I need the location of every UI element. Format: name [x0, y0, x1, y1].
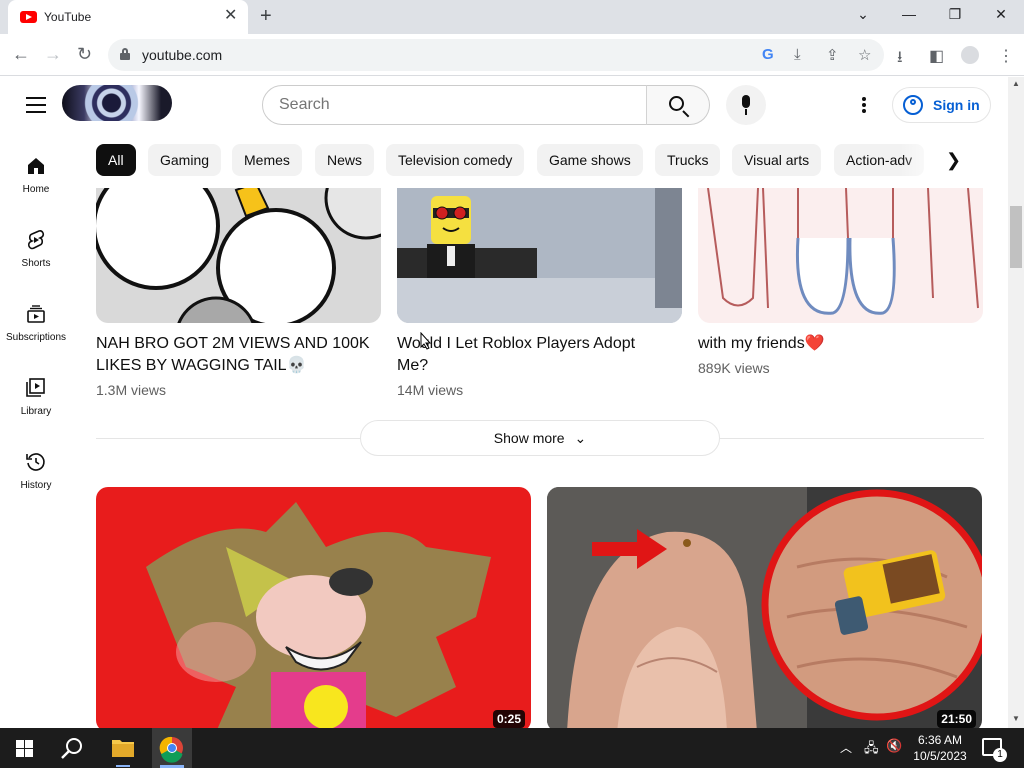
lock-icon[interactable] — [120, 48, 130, 60]
sign-in-label: Sign in — [933, 97, 980, 113]
clock-time[interactable]: 6:36 AM — [910, 732, 970, 748]
home-icon — [24, 154, 48, 178]
video-duration: 21:50 — [937, 710, 976, 728]
share-icon[interactable]: ⇪ — [826, 46, 839, 64]
chrome-icon — [159, 736, 184, 768]
sidebar-label: Shorts — [21, 258, 51, 269]
show-hidden-icons-chevron-icon[interactable]: ︿ — [840, 739, 852, 756]
short-title[interactable]: with my friends❤️ — [698, 333, 978, 355]
volume-muted-icon[interactable]: 🔇 — [886, 738, 902, 754]
voice-search-button[interactable] — [726, 85, 766, 125]
microphone-icon — [742, 95, 750, 108]
sidebar-label: Library — [20, 406, 52, 417]
scroll-down-icon[interactable]: ▼ — [1012, 714, 1020, 723]
sidebar-item-library[interactable]: Library — [0, 376, 72, 417]
youtube-doodle-logo[interactable] — [62, 85, 172, 121]
scroll-up-icon[interactable]: ▲ — [1012, 79, 1020, 88]
sidebar-label: Subscriptions — [5, 332, 67, 343]
short-title[interactable]: NAH BRO GOT 2M VIEWS AND 100K LIKES BY W… — [96, 333, 376, 377]
short-views: 14M views — [397, 382, 464, 398]
windows-start-icon[interactable] — [16, 740, 33, 757]
short-thumbnail[interactable] — [397, 188, 682, 323]
scrollbar-thumb[interactable] — [1010, 206, 1022, 268]
file-explorer-taskbar-button[interactable] — [104, 728, 142, 768]
network-icon[interactable]: 🖧 — [864, 739, 879, 761]
browser-titlebar: YouTube ✕ + ⌄ — ❐ ✕ — [0, 0, 1024, 34]
chip-game-shows[interactable]: Game shows — [537, 144, 643, 176]
library-icon — [24, 376, 48, 400]
subscriptions-icon — [24, 302, 48, 326]
chrome-menu-icon[interactable]: ⋮ — [998, 46, 1014, 66]
shorts-icon — [24, 228, 48, 252]
address-bar[interactable]: youtube.com G ⤓ ⇪ ☆ — [108, 39, 884, 71]
chips-fade — [900, 140, 976, 180]
chip-television-comedy[interactable]: Television comedy — [386, 144, 525, 176]
short-title[interactable]: Would I Let Roblox Players Adopt Me? — [397, 333, 667, 377]
search-button[interactable] — [646, 85, 710, 125]
windows-taskbar: ︿ 🖧 🔇 6:36 AM 10/5/2023 1 — [0, 728, 1024, 768]
short-views: 889K views — [698, 360, 770, 376]
back-button[interactable]: ← — [12, 44, 30, 65]
clock-date[interactable]: 10/5/2023 — [910, 748, 970, 764]
downloads-icon[interactable]: ⭳ — [897, 46, 903, 73]
chip-memes[interactable]: Memes — [232, 144, 302, 176]
install-app-icon[interactable]: ⤓ — [794, 46, 801, 63]
short-thumbnail[interactable] — [96, 188, 381, 323]
hamburger-menu-icon[interactable] — [26, 97, 46, 113]
search-input[interactable] — [263, 86, 646, 124]
youtube-favicon-icon — [20, 11, 37, 23]
chevron-down-icon: ⌄ — [574, 430, 587, 446]
chip-gaming[interactable]: Gaming — [148, 144, 222, 176]
folder-icon — [112, 740, 134, 767]
close-window-button[interactable]: ✕ — [986, 6, 1016, 23]
chevron-right-icon[interactable]: ❯ — [946, 150, 961, 171]
forward-button[interactable]: → — [44, 44, 62, 65]
new-tab-button[interactable]: + — [260, 5, 272, 28]
google-lens-icon[interactable]: G — [762, 46, 774, 63]
history-icon — [24, 450, 48, 474]
browser-tab[interactable]: YouTube ✕ — [8, 0, 248, 34]
account-icon — [903, 95, 923, 115]
tab-close-icon[interactable]: ✕ — [224, 8, 237, 24]
sidebar-item-home[interactable]: Home — [0, 154, 72, 195]
video-thumbnail[interactable]: 21:50 — [547, 487, 982, 728]
sign-in-button[interactable]: Sign in — [892, 87, 991, 123]
taskbar-search-icon[interactable] — [60, 737, 84, 761]
sidebar-label: Home — [22, 184, 50, 195]
minimize-button[interactable]: — — [894, 6, 924, 22]
bookmark-star-icon[interactable]: ☆ — [858, 46, 871, 64]
chip-all[interactable]: All — [96, 144, 136, 176]
chip-news[interactable]: News — [315, 144, 375, 176]
video-feed: NAH BRO GOT 2M VIEWS AND 100K LIKES BY W… — [96, 188, 984, 728]
search-icon — [669, 96, 684, 111]
url-text[interactable]: youtube.com — [142, 47, 222, 63]
tab-title: YouTube — [44, 10, 92, 24]
more-options-icon[interactable] — [862, 97, 866, 113]
reload-button[interactable]: ↻ — [77, 44, 92, 65]
category-chips-bar: All Gaming Memes News Television comedy … — [96, 144, 976, 176]
chip-visual-arts[interactable]: Visual arts — [732, 144, 822, 176]
short-views: 1.3M views — [96, 382, 167, 398]
video-thumbnail[interactable]: 0:25 — [96, 487, 531, 728]
browser-toolbar: ← → ↻ youtube.com G ⤓ ⇪ ☆ ⭳ ◧ ⋮ — [0, 34, 1024, 76]
video-duration: 0:25 — [492, 710, 525, 728]
youtube-masthead: Sign in — [0, 77, 1010, 133]
search-box[interactable] — [262, 85, 647, 125]
profile-icon[interactable] — [961, 46, 979, 64]
mouse-cursor-icon — [420, 332, 432, 350]
page-scrollbar[interactable]: ▲ ▼ — [1008, 77, 1024, 728]
short-thumbnail[interactable] — [698, 188, 983, 323]
sidebar-item-subscriptions[interactable]: Subscriptions — [0, 302, 72, 343]
notification-center-icon[interactable]: 1 — [982, 738, 1007, 762]
sidebar-item-history[interactable]: History — [0, 450, 72, 491]
restore-button[interactable]: ❐ — [940, 6, 970, 23]
show-more-button[interactable]: Show more ⌄ — [360, 420, 720, 456]
chip-trucks[interactable]: Trucks — [655, 144, 721, 176]
show-more-label: Show more — [493, 430, 565, 446]
sidebar-label: History — [20, 480, 52, 491]
tab-search-chevron-icon[interactable]: ⌄ — [848, 6, 878, 23]
chrome-taskbar-button[interactable] — [152, 728, 192, 768]
sidebar-item-shorts[interactable]: Shorts — [0, 228, 72, 269]
side-panel-icon[interactable]: ◧ — [929, 46, 944, 66]
